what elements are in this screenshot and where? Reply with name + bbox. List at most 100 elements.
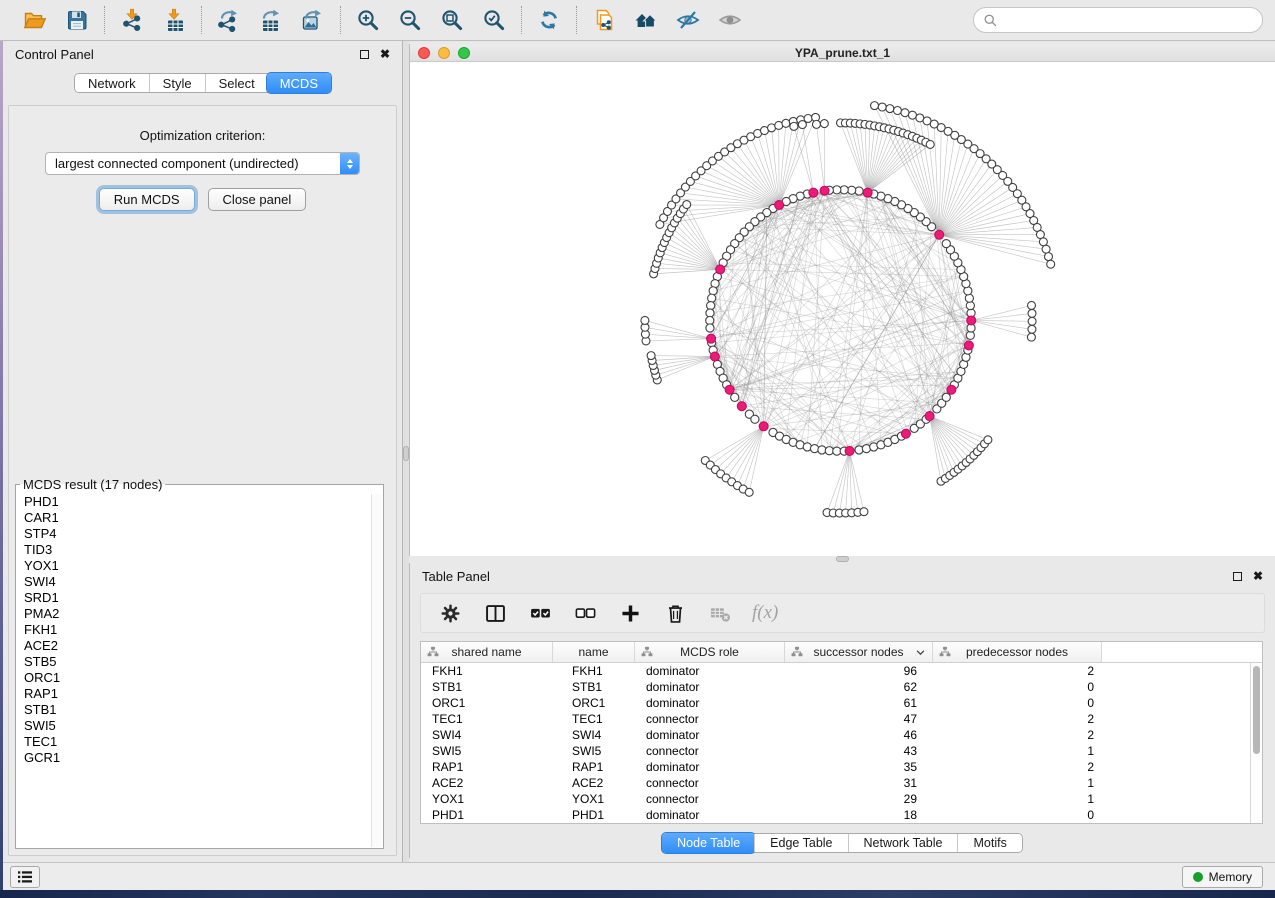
table-row[interactable]: ACE2ACE2connector311 bbox=[421, 775, 1250, 791]
export-table-button[interactable] bbox=[258, 7, 284, 33]
import-network-button[interactable] bbox=[119, 7, 145, 33]
zoom-selected-button[interactable] bbox=[481, 7, 507, 33]
graph-node[interactable] bbox=[984, 436, 992, 444]
zoom-fit-button[interactable] bbox=[439, 7, 465, 33]
graph-node-mcds[interactable] bbox=[935, 230, 944, 239]
delete-column-button[interactable] bbox=[662, 600, 688, 626]
cell-predecessor-nodes[interactable]: 1 bbox=[933, 776, 1102, 790]
graph-node-mcds[interactable] bbox=[964, 341, 973, 350]
cell-name[interactable]: SWI4 bbox=[553, 728, 635, 742]
cell-name[interactable]: SWI5 bbox=[553, 744, 635, 758]
settings-button[interactable] bbox=[437, 600, 463, 626]
mcds-result-list[interactable]: PHD1CAR1STP4TID3YOX1SWI4SRD1PMA2FKH1ACE2… bbox=[17, 494, 371, 847]
cell-predecessor-nodes[interactable]: 0 bbox=[933, 808, 1102, 822]
cell-MCDS-role[interactable]: dominator bbox=[635, 760, 785, 774]
graph-node[interactable] bbox=[820, 120, 828, 128]
table-row[interactable]: YOX1YOX1connector291 bbox=[421, 791, 1250, 807]
network-canvas[interactable] bbox=[410, 63, 1275, 556]
mcds-result-item[interactable]: CAR1 bbox=[17, 510, 371, 526]
add-column-button[interactable] bbox=[617, 600, 643, 626]
home-button[interactable] bbox=[633, 7, 659, 33]
graph-node[interactable] bbox=[1028, 325, 1036, 333]
graph-node-mcds[interactable] bbox=[759, 422, 768, 431]
show-graphics-details-button[interactable] bbox=[717, 7, 743, 33]
deselect-all-button[interactable] bbox=[572, 600, 598, 626]
graph-node[interactable] bbox=[745, 488, 753, 496]
cell-shared-name[interactable]: PHD1 bbox=[421, 808, 553, 822]
close-panel-icon[interactable]: ✖ bbox=[380, 48, 390, 60]
graph-node[interactable] bbox=[860, 508, 868, 516]
tab-motifs[interactable]: Motifs bbox=[957, 834, 1021, 852]
graph-node[interactable] bbox=[926, 140, 934, 148]
graph-node[interactable] bbox=[641, 316, 649, 324]
column-header-MCDS-role[interactable]: MCDS role bbox=[635, 642, 785, 662]
mcds-result-item[interactable]: ACE2 bbox=[17, 638, 371, 654]
graph-node[interactable] bbox=[731, 393, 739, 401]
cell-name[interactable]: PHD1 bbox=[553, 808, 635, 822]
select-all-button[interactable] bbox=[527, 600, 553, 626]
graph-node[interactable] bbox=[810, 445, 818, 453]
cell-predecessor-nodes[interactable]: 1 bbox=[933, 744, 1102, 758]
table-row[interactable]: PHD1PHD1dominator180 bbox=[421, 807, 1250, 823]
mcds-result-item[interactable]: GCR1 bbox=[17, 750, 371, 766]
run-mcds-button[interactable]: Run MCDS bbox=[99, 188, 195, 211]
graph-node-mcds[interactable] bbox=[725, 385, 734, 394]
graph-node[interactable] bbox=[812, 120, 820, 128]
graph-node[interactable] bbox=[1028, 301, 1036, 309]
mcds-result-item[interactable]: TEC1 bbox=[17, 734, 371, 750]
mcds-result-item[interactable]: ORC1 bbox=[17, 670, 371, 686]
cell-MCDS-role[interactable]: dominator bbox=[635, 680, 785, 694]
graph-node-mcds[interactable] bbox=[737, 402, 746, 411]
graph-node[interactable] bbox=[871, 102, 879, 110]
cell-successor-nodes[interactable]: 47 bbox=[785, 712, 933, 726]
criterion-select[interactable]: largest connected component (undirected) bbox=[45, 152, 360, 175]
graph-node[interactable] bbox=[1042, 245, 1050, 253]
graph-node[interactable] bbox=[1039, 238, 1047, 246]
cell-predecessor-nodes[interactable]: 0 bbox=[933, 696, 1102, 710]
cell-shared-name[interactable]: YOX1 bbox=[421, 792, 553, 806]
export-image-button[interactable] bbox=[300, 7, 326, 33]
refresh-button[interactable] bbox=[536, 7, 562, 33]
cell-predecessor-nodes[interactable]: 2 bbox=[933, 760, 1102, 774]
mcds-result-item[interactable]: STB5 bbox=[17, 654, 371, 670]
graph-node[interactable] bbox=[886, 105, 894, 113]
column-header-predecessor-nodes[interactable]: predecessor nodes bbox=[933, 642, 1102, 662]
close-panel-button[interactable]: Close panel bbox=[208, 188, 307, 211]
graph-node[interactable] bbox=[1027, 333, 1035, 341]
graph-node-mcds[interactable] bbox=[716, 265, 725, 274]
cell-predecessor-nodes[interactable]: 1 bbox=[933, 792, 1102, 806]
graph-node-mcds[interactable] bbox=[809, 188, 818, 197]
cell-MCDS-role[interactable]: connector bbox=[635, 744, 785, 758]
cell-shared-name[interactable]: FKH1 bbox=[421, 664, 553, 678]
cell-MCDS-role[interactable]: dominator bbox=[635, 664, 785, 678]
tab-network[interactable]: Network bbox=[75, 74, 149, 92]
graph-node-mcds[interactable] bbox=[707, 334, 716, 343]
table-row[interactable]: STB1STB1dominator620 bbox=[421, 679, 1250, 695]
graph-node-mcds[interactable] bbox=[710, 352, 719, 361]
graph-node[interactable] bbox=[1028, 309, 1036, 317]
close-table-panel-icon[interactable]: ✖ bbox=[1253, 570, 1263, 582]
mcds-result-item[interactable]: TID3 bbox=[17, 542, 371, 558]
tab-network-table[interactable]: Network Table bbox=[848, 834, 958, 852]
cell-name[interactable]: ACE2 bbox=[553, 776, 635, 790]
zoom-out-button[interactable] bbox=[397, 7, 423, 33]
memory-button[interactable]: Memory bbox=[1182, 866, 1263, 888]
cell-name[interactable]: TEC1 bbox=[553, 712, 635, 726]
mcds-result-item[interactable]: STB1 bbox=[17, 702, 371, 718]
cell-shared-name[interactable]: SWI4 bbox=[421, 728, 553, 742]
graph-node[interactable] bbox=[798, 121, 806, 129]
cell-successor-nodes[interactable]: 43 bbox=[785, 744, 933, 758]
table-scrollbar[interactable] bbox=[1250, 663, 1262, 823]
mcds-result-item[interactable]: PMA2 bbox=[17, 606, 371, 622]
graph-node-mcds[interactable] bbox=[845, 446, 854, 455]
tab-style[interactable]: Style bbox=[149, 74, 205, 92]
graph-node[interactable] bbox=[901, 109, 909, 117]
graph-node[interactable] bbox=[706, 324, 714, 332]
cell-name[interactable]: RAP1 bbox=[553, 760, 635, 774]
tab-mcds[interactable]: MCDS bbox=[267, 73, 331, 93]
horizontal-splitter-handle[interactable] bbox=[836, 556, 849, 562]
cell-predecessor-nodes[interactable]: 2 bbox=[933, 664, 1102, 678]
graph-node[interactable] bbox=[878, 103, 886, 111]
mcds-result-item[interactable]: FKH1 bbox=[17, 622, 371, 638]
task-history-button[interactable] bbox=[10, 866, 40, 888]
